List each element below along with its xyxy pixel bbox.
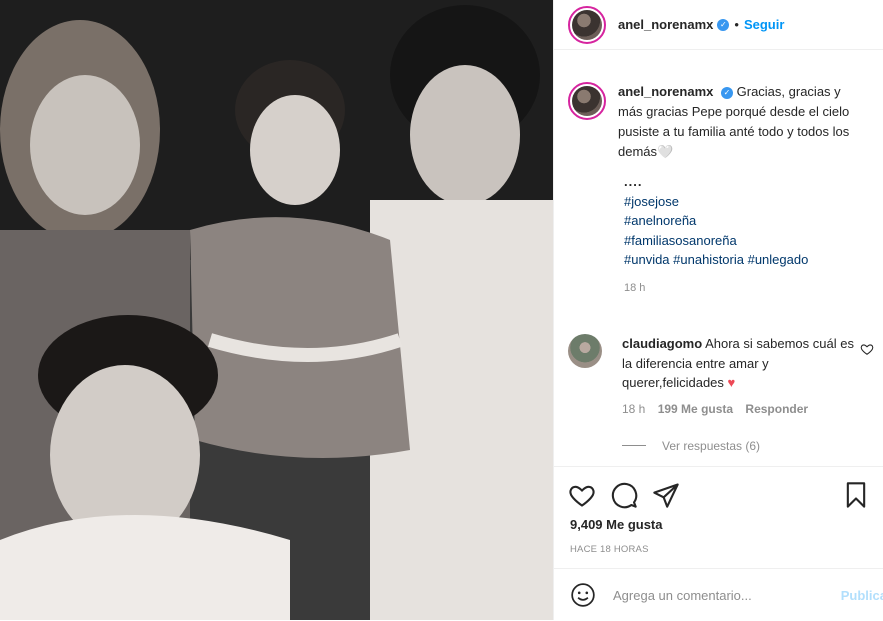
share-icon[interactable] — [652, 481, 680, 509]
post-time: HACE 18 HORAS — [570, 544, 649, 555]
heart-emoji: ♥ — [727, 375, 736, 390]
verified-icon: ✓ — [721, 86, 733, 99]
separator: • — [734, 17, 739, 32]
view-replies-label: Ver respuestas (6) — [662, 438, 761, 453]
comment-input[interactable]: Agrega un comentario... — [613, 588, 752, 603]
post-photo[interactable] — [0, 0, 553, 620]
caption-time: 18 h — [624, 281, 646, 294]
caption: anel_norenamx ✓ Gracias, gracias y más g… — [568, 82, 868, 294]
hashtag[interactable]: #familiasosanoreña — [624, 231, 868, 251]
comment-text-block: claudiagomo Ahora si sabemos cuál es la … — [622, 334, 862, 393]
comment-username[interactable]: claudiagomo — [622, 336, 702, 351]
caption-username[interactable]: anel_norenamx — [618, 84, 713, 99]
bookmark-icon[interactable] — [842, 481, 870, 509]
caption-text-block: anel_norenamx ✓ Gracias, gracias y más g… — [618, 82, 868, 162]
verified-icon: ✓ — [717, 18, 730, 31]
post-header: anel_norenamx ✓ • Seguir — [554, 0, 883, 50]
hashtag[interactable]: #josejose — [624, 192, 868, 212]
like-count[interactable]: 9,409 Me gusta — [554, 517, 883, 532]
view-replies-button[interactable]: Ver respuestas (6) — [622, 439, 883, 453]
avatar[interactable] — [568, 82, 606, 120]
avatar[interactable] — [568, 5, 606, 44]
comment-meta: 18 h 199 Me gusta Responder — [622, 402, 883, 416]
comment-likes[interactable]: 199 Me gusta — [658, 402, 733, 416]
comment-time: 18 h — [622, 401, 646, 416]
emoji-icon[interactable] — [570, 582, 596, 608]
publish-button[interactable]: Publicar — [841, 588, 883, 603]
post-side-panel: anel_norenamx ✓ • Seguir anel_norenamx ✓… — [553, 0, 883, 620]
caption-dots: .... — [624, 174, 643, 189]
avatar[interactable] — [568, 334, 602, 368]
hashtag[interactable]: #anelnoreña — [624, 211, 868, 231]
hashtag-list: .... #josejose #anelnoreña #familiasosan… — [624, 172, 868, 270]
heart-icon[interactable] — [568, 481, 596, 509]
post-actions: 9,409 Me gusta HACE 18 HORAS — [554, 466, 883, 555]
add-comment-bar: Agrega un comentario... Publicar — [554, 568, 883, 621]
follow-button[interactable]: Seguir — [744, 17, 784, 32]
username[interactable]: anel_norenamx — [618, 17, 713, 32]
comment: claudiagomo Ahora si sabemos cuál es la … — [568, 334, 883, 453]
hashtag[interactable]: #unvida #unahistoria #unlegado — [624, 250, 868, 270]
heart-icon[interactable] — [860, 342, 874, 356]
reply-button[interactable]: Responder — [745, 402, 808, 416]
comment-icon[interactable] — [610, 481, 638, 509]
divider — [622, 445, 646, 446]
